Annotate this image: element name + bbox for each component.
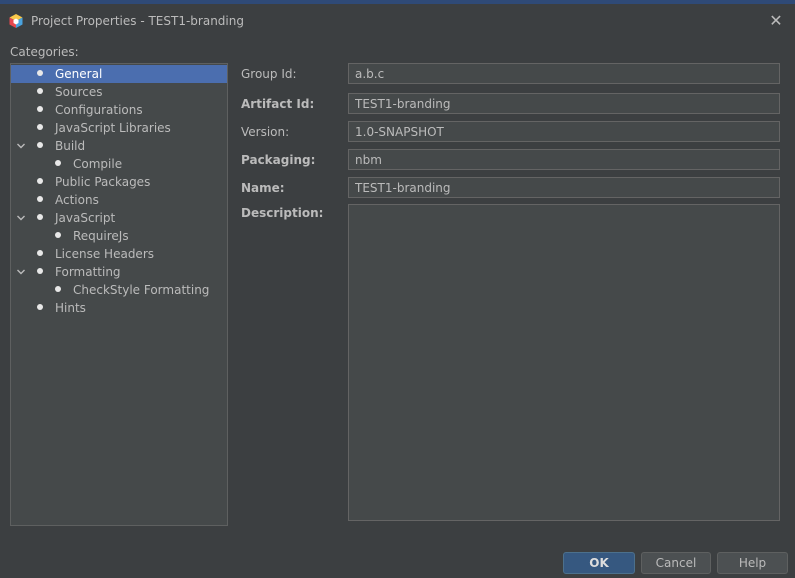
tree-item-hints[interactable]: Hints xyxy=(11,299,227,317)
tree-item-label: License Headers xyxy=(55,247,154,261)
tree-item-requirejs[interactable]: RequireJs xyxy=(11,227,227,245)
tree-item-label: JavaScript xyxy=(55,211,116,225)
bullet-icon xyxy=(37,304,43,310)
tree-item-label: General xyxy=(55,67,103,81)
packaging-label: Packaging: xyxy=(241,153,316,167)
ok-button[interactable]: OK xyxy=(563,552,635,574)
bullet-icon xyxy=(55,160,61,166)
tree-item-sources[interactable]: Sources xyxy=(11,83,227,101)
tree-item-build[interactable]: Build xyxy=(11,137,227,155)
tree-item-general[interactable]: General xyxy=(11,65,227,83)
tree-item-label: JavaScript Libraries xyxy=(55,121,171,135)
tree-item-label: Formatting xyxy=(55,265,121,279)
close-icon[interactable]: ✕ xyxy=(767,12,785,30)
tree-item-compile[interactable]: Compile xyxy=(11,155,227,173)
cancel-button[interactable]: Cancel xyxy=(641,552,711,574)
title-bar: Project Properties - TEST1-branding ✕ xyxy=(0,4,795,36)
tree-item-checkstyle-formatting[interactable]: CheckStyle Formatting xyxy=(11,281,227,299)
tree-item-label: Actions xyxy=(55,193,99,207)
tree-item-formatting[interactable]: Formatting xyxy=(11,263,227,281)
bullet-icon xyxy=(37,268,43,274)
bullet-icon xyxy=(37,88,43,94)
group-id-field[interactable] xyxy=(348,63,780,84)
description-label: Description: xyxy=(241,206,324,220)
tree-item-actions[interactable]: Actions xyxy=(11,191,227,209)
tree-item-label: Public Packages xyxy=(55,175,151,189)
tree-item-label: Build xyxy=(55,139,86,153)
artifact-id-field[interactable] xyxy=(348,93,780,114)
bullet-icon xyxy=(37,178,43,184)
tree-item-label: Configurations xyxy=(55,103,143,117)
bullet-icon xyxy=(55,286,61,292)
bullet-icon xyxy=(37,124,43,130)
packaging-field[interactable] xyxy=(348,149,780,170)
bullet-icon xyxy=(55,232,61,238)
tree-item-license-headers[interactable]: License Headers xyxy=(11,245,227,263)
tree-item-javascript-libraries[interactable]: JavaScript Libraries xyxy=(11,119,227,137)
categories-tree[interactable]: General Sources Configurations JavaScript L… xyxy=(10,63,228,526)
version-field[interactable] xyxy=(348,121,780,142)
bullet-icon xyxy=(37,214,43,220)
name-label: Name: xyxy=(241,181,285,195)
tree-item-javascript[interactable]: JavaScript xyxy=(11,209,227,227)
tree-item-label: Sources xyxy=(55,85,103,99)
bullet-icon xyxy=(37,250,43,256)
bullet-icon xyxy=(37,70,43,76)
bullet-icon xyxy=(37,142,43,148)
tree-item-label: RequireJs xyxy=(73,229,129,243)
group-id-label: Group Id: xyxy=(241,67,297,81)
tree-item-label: CheckStyle Formatting xyxy=(73,283,210,297)
categories-label: Categories: xyxy=(10,45,79,59)
netbeans-cube-icon xyxy=(8,13,24,29)
description-field[interactable] xyxy=(348,204,780,521)
tree-item-configurations[interactable]: Configurations xyxy=(11,101,227,119)
tree-item-label: Compile xyxy=(73,157,123,171)
tree-item-label: Hints xyxy=(55,301,86,315)
dialog-title: Project Properties - TEST1-branding xyxy=(31,14,244,28)
help-button[interactable]: Help xyxy=(717,552,788,574)
name-field[interactable] xyxy=(348,177,780,198)
bullet-icon xyxy=(37,196,43,202)
artifact-id-label: Artifact Id: xyxy=(241,97,315,111)
tree-item-public-packages[interactable]: Public Packages xyxy=(11,173,227,191)
version-label: Version: xyxy=(241,125,290,139)
bullet-icon xyxy=(37,106,43,112)
